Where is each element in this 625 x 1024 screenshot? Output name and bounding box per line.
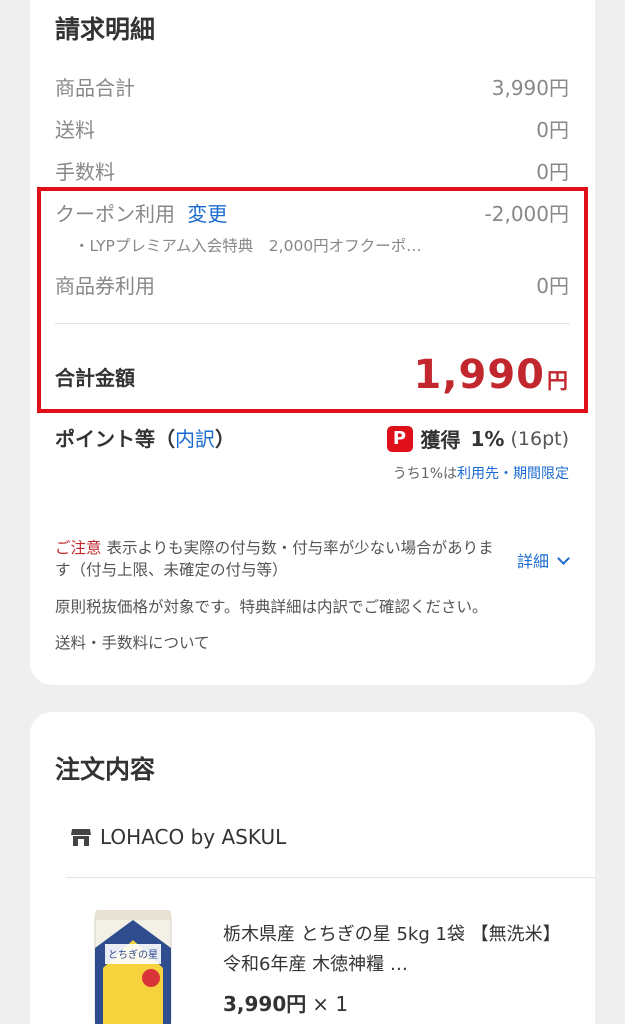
notice-detail-label: 詳細 bbox=[516, 552, 549, 571]
shipping-fee-link[interactable]: 送料・手数料について bbox=[55, 631, 210, 653]
shipping-row: 送料 0円 bbox=[55, 113, 569, 143]
order-title: 注文内容 bbox=[55, 755, 156, 784]
product-image-text: とちぎの星 bbox=[108, 948, 158, 961]
points-sub-prefix: うち1%は bbox=[392, 466, 457, 482]
points-label-text: ポイント等（ bbox=[55, 427, 175, 451]
points-usage-link[interactable]: 利用先・期間限定 bbox=[457, 466, 569, 482]
shipping-value: 0円 bbox=[536, 117, 569, 142]
highlight-box bbox=[37, 187, 588, 413]
points-earn-label: 獲得 bbox=[420, 428, 461, 452]
product-price-row: 3,990円 × 1 bbox=[223, 988, 348, 1017]
subtotal-row: 商品合計 3,990円 bbox=[55, 71, 569, 101]
points-earn: P 獲得 1% (16pt) bbox=[386, 424, 569, 453]
product-qty: × 1 bbox=[312, 992, 349, 1016]
notice-detail-link[interactable]: 詳細 bbox=[516, 548, 570, 572]
store-name: LOHACO by ASKUL bbox=[100, 825, 287, 849]
tax-note: 原則税抜価格が対象です。特典詳細は内訳でご確認ください。 bbox=[55, 598, 488, 616]
points-rate: 1% bbox=[470, 426, 505, 451]
fee-label: 手数料 bbox=[55, 159, 115, 184]
store-divider bbox=[66, 877, 595, 878]
points-amount: (16pt) bbox=[510, 427, 569, 450]
subtotal-label: 商品合計 bbox=[55, 75, 135, 100]
fee-value: 0円 bbox=[536, 159, 569, 184]
shipping-label: 送料 bbox=[55, 117, 95, 142]
notice-warning: ご注意 bbox=[55, 539, 102, 557]
product-price: 3,990円 bbox=[223, 992, 307, 1016]
paypay-icon: P bbox=[386, 425, 413, 452]
points-notice: ご注意 表示よりも実際の付与数・付与率が少ない場合があります（付与上限、未確定の… bbox=[55, 537, 495, 581]
store-icon bbox=[71, 829, 91, 846]
fee-row: 手数料 0円 bbox=[55, 155, 569, 185]
points-breakdown-link[interactable]: 内訳 bbox=[175, 427, 215, 451]
points-label-close: ） bbox=[215, 427, 235, 451]
billing-title: 請求明細 bbox=[55, 15, 156, 44]
notice-text: 表示よりも実際の付与数・付与率が少ない場合があります（付与上限、未確定の付与等） bbox=[55, 539, 494, 579]
chevron-down-icon bbox=[557, 551, 570, 565]
points-label: ポイント等（内訳） bbox=[55, 423, 235, 452]
points-sub: うち1%は利用先・期間限定 bbox=[393, 463, 569, 483]
subtotal-value: 3,990円 bbox=[491, 75, 569, 100]
store-name-row[interactable]: LOHACO by ASKUL bbox=[70, 825, 286, 849]
product-image[interactable]: とちぎの星 bbox=[93, 908, 173, 1024]
product-name[interactable]: 栃木県産 とちぎの星 5kg 1袋 【無洗米】 令和6年産 木徳神糧 … bbox=[223, 920, 568, 980]
